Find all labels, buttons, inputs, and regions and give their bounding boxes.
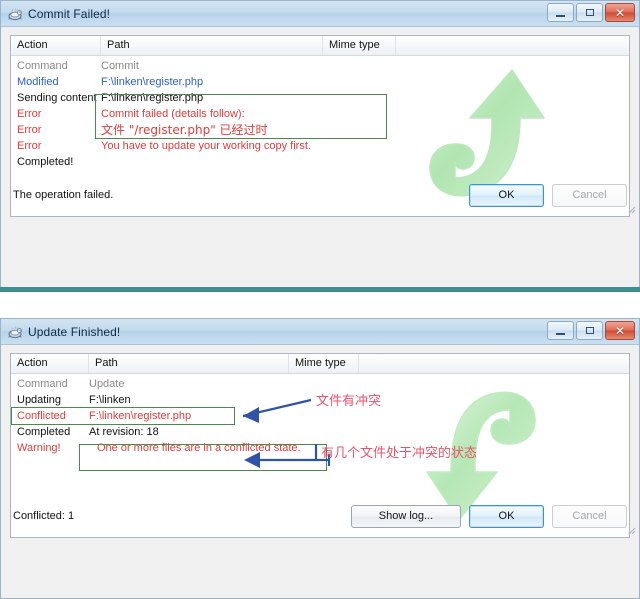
titlebar[interactable]: Update Finished! ✕	[1, 319, 639, 345]
column-header-action[interactable]: Action	[11, 36, 101, 55]
column-header-mime-type[interactable]: Mime type	[289, 354, 359, 373]
window-controls: ✕	[547, 321, 635, 340]
row-action: Error	[17, 124, 42, 136]
minimize-button[interactable]	[547, 321, 574, 340]
listview-rows: Command Update Updating F:\linken Confli…	[11, 374, 629, 456]
resize-grip[interactable]	[626, 525, 636, 535]
row-action: Warning!	[17, 442, 61, 454]
footer-buttons: Show log... OK Cancel	[351, 504, 627, 528]
table-row[interactable]: Completed At revision: 18	[11, 424, 629, 440]
row-action: Command	[17, 60, 68, 72]
dialog-body: Action Path Mime type Command Update Upd…	[1, 345, 639, 538]
table-row[interactable]: Error You have to update your working co…	[11, 138, 629, 154]
close-button[interactable]: ✕	[605, 3, 635, 22]
row-action: Command	[17, 378, 68, 390]
close-button[interactable]: ✕	[605, 321, 635, 340]
cancel-button: Cancel	[552, 504, 627, 528]
tortoisesvn-icon	[7, 324, 23, 340]
column-header-path[interactable]: Path	[101, 36, 323, 55]
annotation-file-conflict: 文件有冲突	[316, 394, 382, 409]
dialog-title: Commit Failed!	[28, 6, 111, 21]
commit-failed-dialog: Commit Failed! ✕ Action Path Mime type C…	[0, 0, 640, 288]
maximize-button[interactable]	[576, 3, 603, 22]
window-gap	[0, 292, 640, 318]
dialog-title: Update Finished!	[28, 324, 121, 339]
row-action: Completed	[17, 426, 71, 438]
row-action: Modified	[17, 76, 59, 88]
table-row[interactable]: Warning! One or more files are in a conf…	[11, 440, 629, 456]
dialog-body: Action Path Mime type Command Commit Mod…	[1, 27, 639, 217]
column-header-extra[interactable]	[396, 36, 629, 55]
row-path: F:\linken\register.php	[101, 76, 204, 88]
footer-buttons: OK Cancel	[469, 183, 627, 207]
row-action: Updating	[17, 394, 62, 406]
column-header-extra[interactable]	[359, 354, 629, 373]
row-path: Commit	[101, 60, 139, 72]
column-header-mime-type[interactable]: Mime type	[323, 36, 396, 55]
table-row[interactable]: Conflicted F:\linken\register.php	[11, 408, 629, 424]
dialog-footer: The operation failed. OK Cancel	[1, 173, 639, 217]
listview-rows: Command Commit Modified F:\linken\regist…	[11, 56, 629, 170]
row-path: 文件 "/register.php" 已经过时	[101, 123, 268, 137]
table-row[interactable]: Sending content F:\linken\register.php	[11, 90, 629, 106]
maximize-button[interactable]	[576, 321, 603, 340]
table-row[interactable]: Command Commit	[11, 58, 629, 74]
row-action: Error	[17, 108, 42, 120]
update-finished-dialog: Update Finished! ✕ Action Path Mime type…	[0, 318, 640, 599]
row-path: At revision: 18	[89, 426, 159, 438]
row-path: Commit failed (details follow):	[101, 108, 245, 120]
row-action: Error	[17, 140, 42, 152]
titlebar[interactable]: Commit Failed! ✕	[1, 1, 639, 27]
row-action: Conflicted	[17, 410, 66, 422]
ok-button[interactable]: OK	[469, 183, 544, 207]
listview-header: Action Path Mime type	[11, 354, 629, 374]
table-row[interactable]: Error Commit failed (details follow):	[11, 106, 629, 122]
table-row[interactable]: Completed!	[11, 154, 629, 170]
ok-button[interactable]: OK	[469, 504, 544, 528]
table-row[interactable]: Modified F:\linken\register.php	[11, 74, 629, 90]
status-text: Conflicted: 1	[13, 510, 75, 522]
status-text: The operation failed.	[13, 189, 114, 201]
row-path: You have to update your working copy fir…	[101, 140, 311, 152]
show-log-button[interactable]: Show log...	[351, 504, 461, 528]
resize-grip[interactable]	[626, 204, 636, 214]
row-path: F:\linken\register.php	[101, 92, 204, 104]
row-action: Sending content	[17, 92, 97, 104]
tortoisesvn-icon	[7, 6, 23, 22]
annotation-conflicted-state: 有几个文件处于冲突的状态	[321, 446, 478, 461]
cancel-button: Cancel	[552, 183, 627, 207]
window-controls: ✕	[547, 3, 635, 22]
listview-header: Action Path Mime type	[11, 36, 629, 56]
table-row[interactable]: Error 文件 "/register.php" 已经过时	[11, 122, 629, 138]
minimize-button[interactable]	[547, 3, 574, 22]
row-action: Completed!	[17, 156, 74, 168]
dialog-footer: Conflicted: 1 Show log... OK Cancel	[1, 494, 639, 538]
column-header-path[interactable]: Path	[89, 354, 289, 373]
column-header-action[interactable]: Action	[11, 354, 89, 373]
row-path: F:\linken\register.php	[89, 410, 192, 422]
